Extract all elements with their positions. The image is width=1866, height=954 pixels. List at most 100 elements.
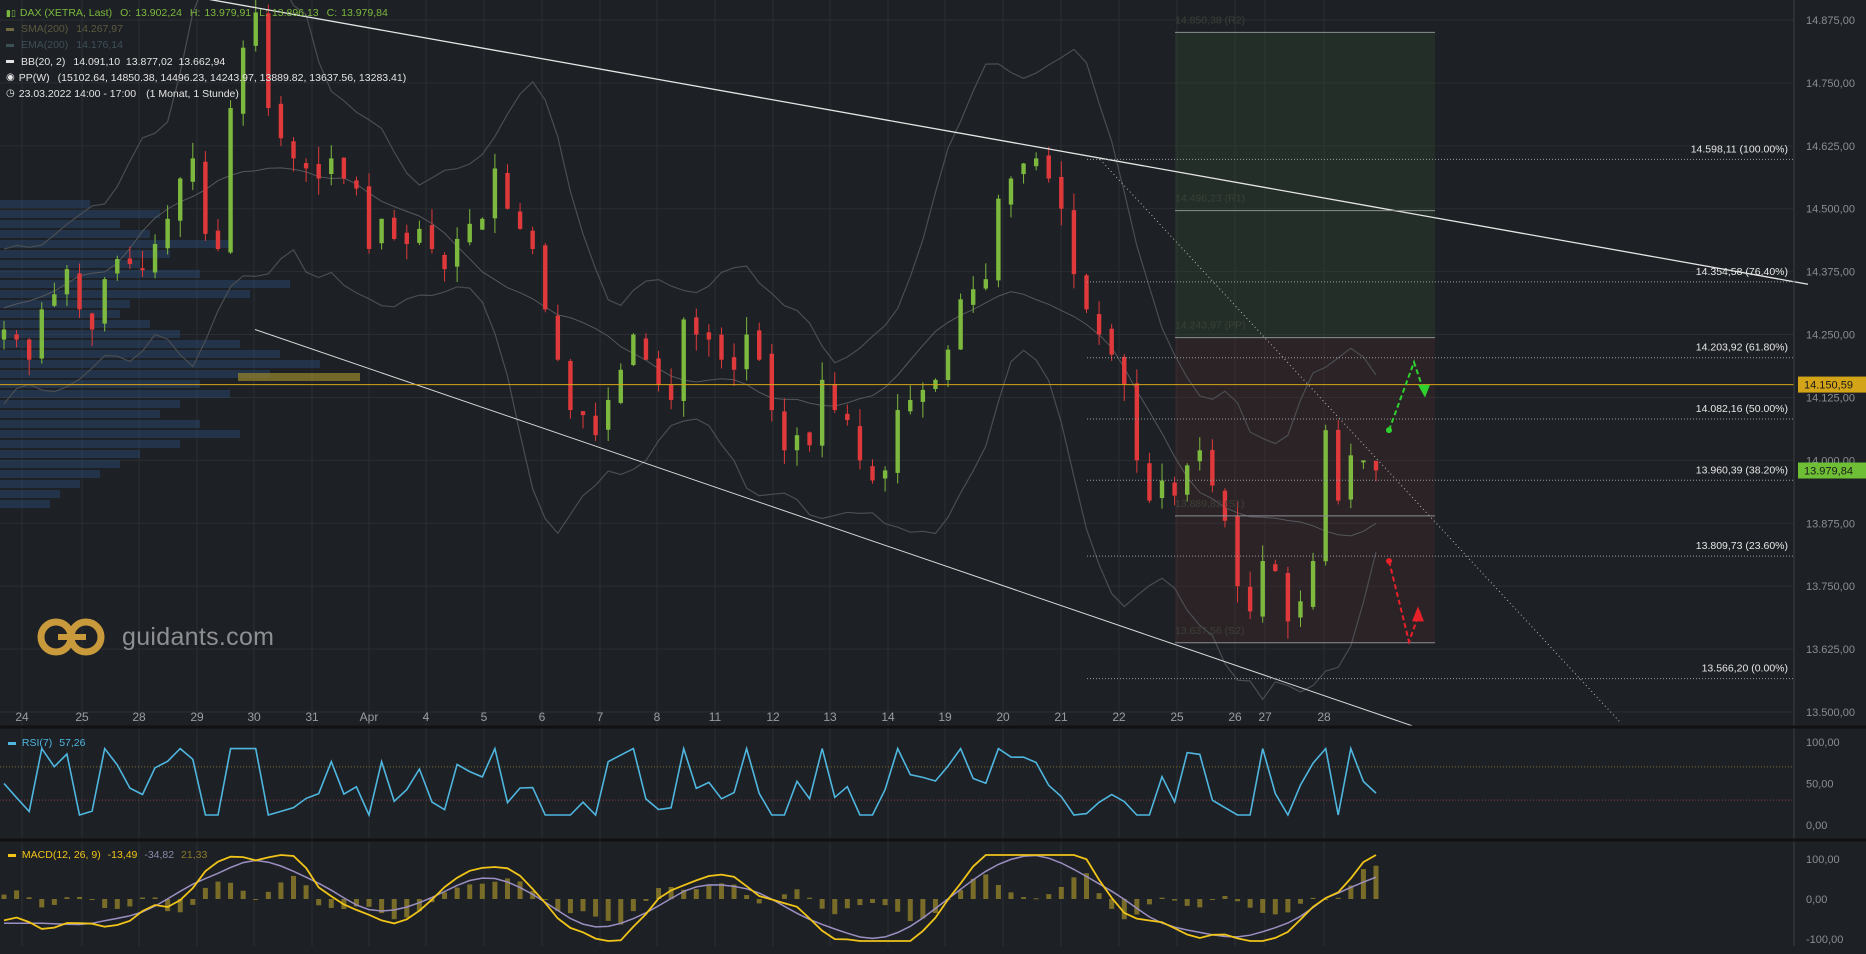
volume-profile-bar <box>0 310 120 318</box>
candle-body <box>555 315 561 360</box>
sma-row[interactable]: SMA(200) 14.267,97 <box>6 21 406 37</box>
candle-body <box>228 108 233 253</box>
volume-profile-bar <box>0 290 250 298</box>
macd-hist-bar <box>907 899 913 922</box>
macd-hist-bar <box>807 897 813 899</box>
macd-hist-bar <box>404 899 410 918</box>
bb-row[interactable]: BB(20, 2) 14.091,10 13.877,02 13.662,94 <box>6 54 406 70</box>
candle-body <box>480 218 485 230</box>
candle-body <box>203 161 208 234</box>
volume-profile-bar <box>0 250 170 258</box>
candle-body <box>530 230 535 249</box>
volume-profile-bar <box>0 360 320 368</box>
macd-hist-bar <box>328 899 334 908</box>
candle-body <box>618 369 623 403</box>
macd-hist-bar <box>291 875 297 899</box>
candle-body <box>1147 463 1152 501</box>
macd-hist-bar <box>794 889 800 899</box>
candle-body <box>1159 480 1165 498</box>
price-tick-label: 14.875,00 <box>1806 15 1855 27</box>
macd-hist-bar <box>857 899 863 906</box>
volume-profile-bar <box>0 450 140 458</box>
macd-hist-bar <box>605 899 611 921</box>
time-tick-label: 25 <box>75 710 89 724</box>
price-tick-label: 14.375,00 <box>1806 267 1855 279</box>
macd-hist-bar <box>479 883 485 899</box>
pivot-icon: ◉ <box>6 71 15 83</box>
candle-body <box>1336 429 1341 501</box>
macd-hist-bar <box>630 899 636 912</box>
candle-body <box>1084 275 1089 310</box>
instrument-name: DAX (XETRA, Last) <box>19 7 113 19</box>
candle-body <box>303 163 309 169</box>
candle-body <box>1122 356 1127 385</box>
time-tick-label: 28 <box>1317 710 1331 724</box>
macd-legend[interactable]: MACD(12, 26, 9) -13,49 -34,82 21,33 <box>8 849 207 861</box>
candle-body <box>392 217 397 239</box>
rsi-swatch <box>8 741 16 745</box>
macd-hist-bar <box>152 897 158 899</box>
bb-label: BB(20, 2) <box>21 55 66 68</box>
candle-body <box>631 334 636 365</box>
price-tick-label: 14.250,00 <box>1806 330 1855 342</box>
candle-body <box>178 178 183 221</box>
macd-tick-label: -100,00 <box>1806 934 1843 946</box>
time-tick-label: 11 <box>709 710 722 724</box>
high-value: 13.979,91 <box>204 7 252 19</box>
candle-body <box>190 158 196 182</box>
macd-label: MACD(12, 26, 9) <box>21 849 101 861</box>
fib-label: 14.082,16 (50.00%) <box>1696 403 1788 415</box>
volume-profile-bar <box>0 500 50 508</box>
macd-hist-bar <box>278 882 284 899</box>
macd-hist-bar <box>1033 898 1039 900</box>
watermark: guidants.com <box>36 617 274 657</box>
macd-hist-bar <box>1172 899 1178 901</box>
candle-body <box>1235 515 1240 587</box>
time-tick-label: 14 <box>881 710 895 724</box>
candle-body <box>681 319 686 401</box>
price-tag-text: 14.150,59 <box>1804 380 1853 392</box>
macd-hist-bar <box>64 897 70 899</box>
candle-body <box>1373 460 1379 471</box>
candle-body <box>1172 482 1177 496</box>
time-tick-label: 29 <box>190 710 204 724</box>
pivot-zone-down <box>1175 337 1435 643</box>
candle-body <box>89 313 95 330</box>
rsi-legend[interactable]: RSI(7) 57,26 <box>8 737 85 749</box>
watermark-text: guidants.com <box>122 622 275 651</box>
time-tick-label: Apr <box>360 710 379 724</box>
volume-profile-bar <box>0 420 200 428</box>
rsi-value: 57,26 <box>59 737 86 749</box>
pp-row[interactable]: ◉ PP(W) (15102.64, 14850.38, 14496.23, 1… <box>6 70 406 86</box>
pivot-label: 13.637,56 (S2) <box>1175 625 1244 637</box>
candle-body <box>1071 210 1077 275</box>
ema-row[interactable]: EMA(200) 14.176,14 <box>6 37 406 53</box>
time-tick-label: 31 <box>305 710 319 724</box>
price-tick-label: 13.500,00 <box>1806 707 1855 719</box>
candle-body <box>568 360 573 411</box>
price-tick-label: 14.125,00 <box>1806 392 1855 404</box>
candle-body <box>1096 313 1102 335</box>
macd-hist-bar <box>190 899 196 905</box>
candle-body <box>1184 465 1190 495</box>
time-tick-label: 5 <box>481 710 488 724</box>
pivot-label: 14.243,97 (PP) <box>1175 320 1246 332</box>
macd-hist-bar <box>1021 897 1027 899</box>
macd-hist-bar <box>882 899 888 906</box>
time-row[interactable]: ◷ 23.03.2022 14:00 - 17:00 (1 Monat, 1 S… <box>6 86 406 102</box>
pivot-zone-up <box>1175 32 1435 338</box>
rsi-tick-label: 0,00 <box>1806 820 1827 832</box>
candle-body <box>769 353 775 411</box>
macd-value: -13,49 <box>107 849 138 861</box>
candle-body <box>706 332 712 340</box>
macd-hist-bar <box>26 897 32 899</box>
chart-canvas[interactable]: 14.598,11 (100.00%) 14.354,58 (76.40%) 14.… <box>0 0 1866 954</box>
candle-body <box>329 158 334 174</box>
price-tick-label: 13.875,00 <box>1806 518 1855 530</box>
sma-value: 14.267,97 <box>76 23 123 36</box>
chart-type-icon: ▮▯ <box>6 8 16 18</box>
candle-body <box>379 218 384 244</box>
fib-label: 13.960,39 (38.20%) <box>1696 464 1788 476</box>
candle-body <box>1033 158 1039 167</box>
candle-body <box>593 415 598 436</box>
